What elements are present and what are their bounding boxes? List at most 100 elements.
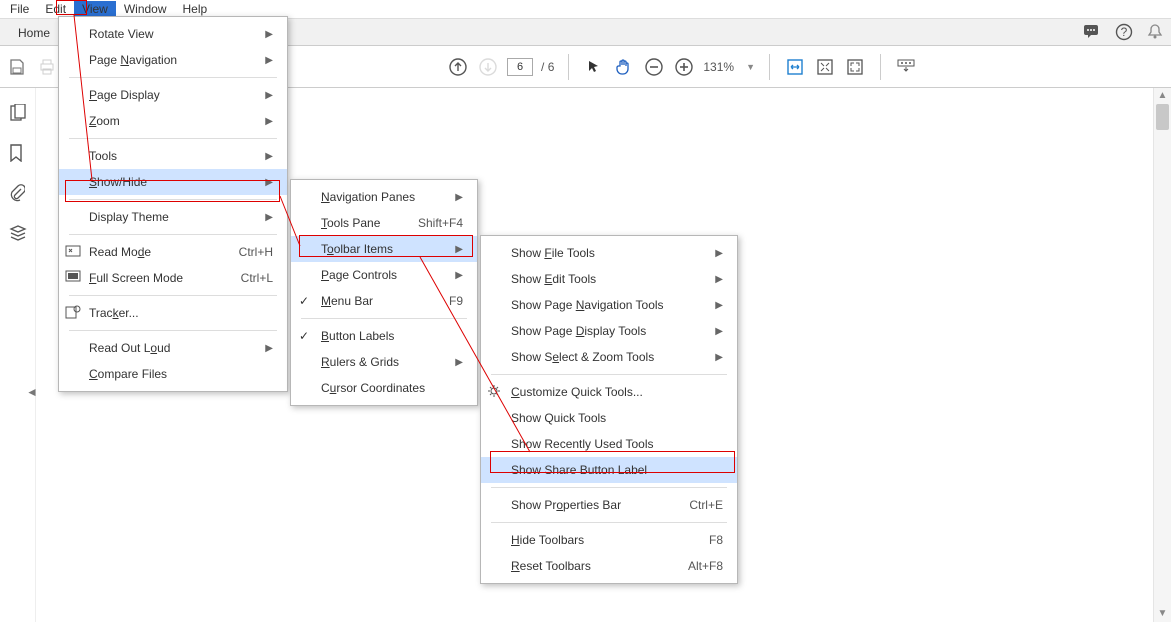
menuitem-page-navigation[interactable]: Page Navigation▶ xyxy=(59,47,287,73)
zoom-value[interactable]: 131% xyxy=(703,60,734,74)
check-icon: ✓ xyxy=(299,294,309,308)
menuitem-label: Show Quick Tools xyxy=(511,411,723,425)
menuitem-label: Compare Files xyxy=(89,367,273,381)
menuitem-reset-toolbars[interactable]: Reset ToolbarsAlt+F8 xyxy=(481,553,737,579)
menuitem-show-page-nav-tools[interactable]: Show Page Navigation Tools▶ xyxy=(481,292,737,318)
toolbar-separator xyxy=(568,54,569,80)
menu-help[interactable]: Help xyxy=(175,1,216,17)
menu-help-label: Help xyxy=(183,2,208,16)
menu-separator xyxy=(69,295,277,296)
thumbnails-icon[interactable] xyxy=(9,104,27,122)
submenu-arrow-icon: ▶ xyxy=(715,326,723,337)
menuitem-navigation-panes[interactable]: Navigation Panes▶ xyxy=(291,184,477,210)
tracker-icon xyxy=(65,305,81,321)
menuitem-tools-pane[interactable]: Tools PaneShift+F4 xyxy=(291,210,477,236)
submenu-arrow-icon: ▶ xyxy=(265,55,273,66)
menu-edit-label: Edit xyxy=(45,2,66,16)
menuitem-shortcut: Ctrl+E xyxy=(689,498,723,512)
layers-icon[interactable] xyxy=(9,224,27,242)
menuitem-show-select-zoom-tools[interactable]: Show Select & Zoom Tools▶ xyxy=(481,344,737,370)
menuitem-label: Tools Pane xyxy=(321,216,394,230)
fullscreen-icon[interactable] xyxy=(844,56,866,78)
sidebar-collapse-icon[interactable]: ◄ xyxy=(26,385,36,401)
menuitem-show-edit-tools[interactable]: Show Edit Tools▶ xyxy=(481,266,737,292)
comment-icon[interactable] xyxy=(1083,24,1101,40)
menuitem-rotate-view[interactable]: Rotate View▶ xyxy=(59,21,287,47)
menuitem-label: Show Page Display Tools xyxy=(511,324,691,338)
zoom-dropdown-icon[interactable]: ▼ xyxy=(746,62,755,72)
menu-edit[interactable]: Edit xyxy=(37,1,74,17)
menuitem-page-controls[interactable]: Page Controls▶ xyxy=(291,262,477,288)
menu-file[interactable]: File xyxy=(2,1,37,17)
menuitem-label: Tracker... xyxy=(89,306,273,320)
submenu-arrow-icon: ▶ xyxy=(265,177,273,188)
menuitem-label: Show Edit Tools xyxy=(511,272,691,286)
menuitem-full-screen[interactable]: Full Screen ModeCtrl+L xyxy=(59,265,287,291)
menuitem-tracker[interactable]: Tracker... xyxy=(59,300,287,326)
zoom-out-icon[interactable] xyxy=(643,56,665,78)
submenu-arrow-icon: ▶ xyxy=(265,116,273,127)
menuitem-display-theme[interactable]: Display Theme▶ xyxy=(59,204,287,230)
menuitem-shortcut: Alt+F8 xyxy=(688,559,723,573)
menuitem-page-display[interactable]: Page Display▶ xyxy=(59,82,287,108)
menuitem-show-page-display-tools[interactable]: Show Page Display Tools ▶ xyxy=(481,318,737,344)
page-up-icon[interactable] xyxy=(447,56,469,78)
menuitem-shortcut: F8 xyxy=(709,533,723,547)
menuitem-menu-bar[interactable]: ✓Menu BarF9 xyxy=(291,288,477,314)
menuitem-read-mode[interactable]: Read ModeCtrl+H xyxy=(59,239,287,265)
menuitem-show-quick-tools[interactable]: Show Quick Tools xyxy=(481,405,737,431)
menuitem-button-labels[interactable]: ✓Button Labels xyxy=(291,323,477,349)
menu-separator xyxy=(69,234,277,235)
menu-separator xyxy=(491,522,727,523)
fit-width-icon[interactable] xyxy=(784,56,806,78)
print-icon[interactable] xyxy=(36,56,58,78)
scroll-up-icon[interactable]: ▲ xyxy=(1154,88,1171,104)
menuitem-show-hide[interactable]: Show/Hide▶ xyxy=(59,169,287,195)
hand-pan-icon[interactable] xyxy=(613,56,635,78)
menu-view[interactable]: View xyxy=(74,1,116,17)
menuitem-label: Toolbar Items xyxy=(321,242,431,256)
menuitem-label: Cursor Coordinates xyxy=(321,381,463,395)
menu-window[interactable]: Window xyxy=(116,1,175,17)
scroll-down-icon[interactable]: ▼ xyxy=(1154,606,1171,622)
menuitem-cursor-coordinates[interactable]: Cursor Coordinates xyxy=(291,375,477,401)
menuitem-rulers-grids[interactable]: Rulers & Grids▶ xyxy=(291,349,477,375)
attachment-icon[interactable] xyxy=(9,184,27,202)
menuitem-hide-toolbars[interactable]: Hide Toolbars F8 xyxy=(481,527,737,553)
menuitem-label: Show Share Button Label xyxy=(511,463,723,477)
menuitem-label: Hide Toolbars xyxy=(511,533,685,547)
bell-icon[interactable] xyxy=(1147,23,1163,41)
page-down-icon[interactable] xyxy=(477,56,499,78)
menuitem-zoom[interactable]: Zoom▶ xyxy=(59,108,287,134)
menuitem-shortcut: Ctrl+H xyxy=(239,245,273,259)
menu-view-label: View xyxy=(82,2,108,16)
fit-page-icon[interactable] xyxy=(814,56,836,78)
menuitem-tools[interactable]: Tools▶ xyxy=(59,143,287,169)
selection-arrow-icon[interactable] xyxy=(583,56,605,78)
page-number-input[interactable] xyxy=(507,58,533,76)
menuitem-compare-files[interactable]: Compare Files xyxy=(59,361,287,387)
menuitem-show-properties-bar[interactable]: Show Properties BarCtrl+E xyxy=(481,492,737,518)
menuitem-label: Customize Quick Tools... xyxy=(511,385,723,399)
scrollbar[interactable]: ▲ ▼ xyxy=(1153,88,1171,622)
menuitem-label: Page Display xyxy=(89,88,241,102)
tab-home[interactable]: Home xyxy=(8,21,60,44)
menuitem-read-out-loud[interactable]: Read Out Loud▶ xyxy=(59,335,287,361)
help-icon[interactable]: ? xyxy=(1115,23,1133,41)
save-icon[interactable] xyxy=(6,56,28,78)
menuitem-shortcut: Ctrl+L xyxy=(241,271,273,285)
menuitem-show-recently-used-tools[interactable]: Show Recently Used Tools xyxy=(481,431,737,457)
menuitem-customize-quick-tools[interactable]: Customize Quick Tools... xyxy=(481,379,737,405)
menuitem-show-file-tools[interactable]: Show File Tools▶ xyxy=(481,240,737,266)
menuitem-toolbar-items[interactable]: Toolbar Items▶ xyxy=(291,236,477,262)
toolbar-items-menu: Show File Tools▶ Show Edit Tools▶ Show P… xyxy=(480,235,738,584)
submenu-arrow-icon: ▶ xyxy=(265,29,273,40)
more-tools-icon[interactable] xyxy=(895,56,917,78)
zoom-in-icon[interactable] xyxy=(673,56,695,78)
menuitem-show-share-button-label[interactable]: Show Share Button Label xyxy=(481,457,737,483)
bookmark-icon[interactable] xyxy=(9,144,27,162)
menu-file-label: File xyxy=(10,2,29,16)
scroll-thumb[interactable] xyxy=(1156,104,1169,130)
menu-separator xyxy=(301,318,467,319)
menu-separator xyxy=(69,330,277,331)
